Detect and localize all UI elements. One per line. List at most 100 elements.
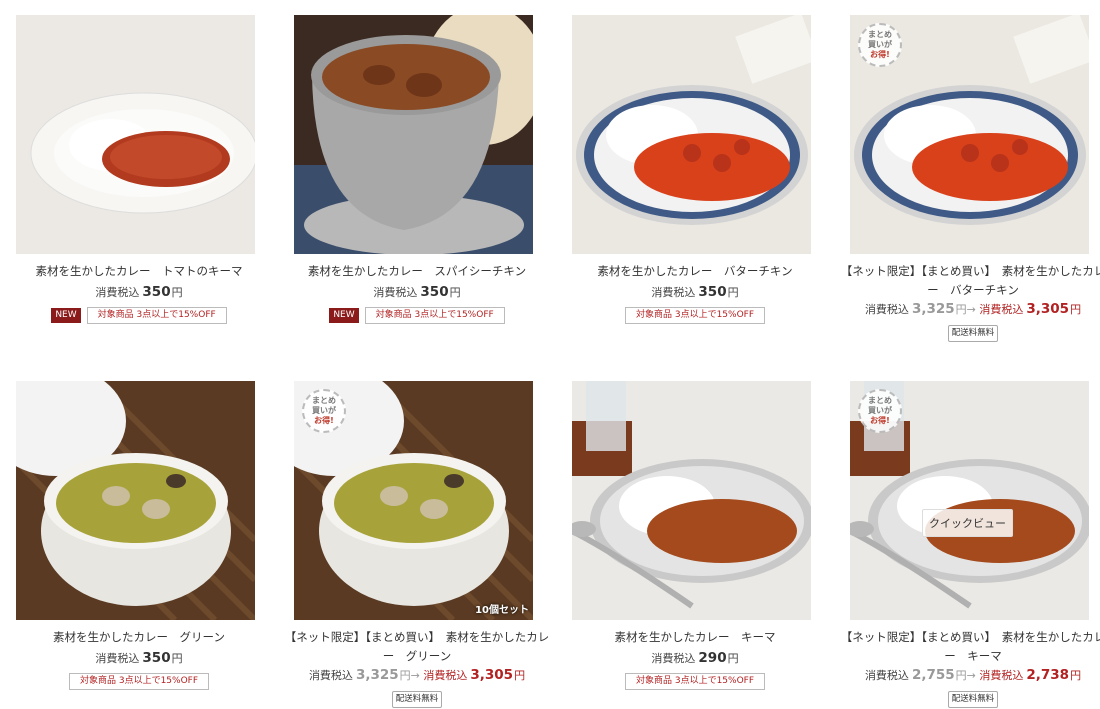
price-currency: 円	[1070, 669, 1082, 682]
set-count-label: 10個セット	[475, 605, 529, 616]
price-currency: 円	[171, 652, 183, 665]
sale-price: 消費税込 3,305円	[423, 667, 526, 683]
price: 消費税込 350円	[0, 650, 278, 666]
butter-chicken-curry-image	[572, 15, 811, 254]
old-price: 消費税込 2,755円→	[864, 667, 976, 683]
price-tax-label: 消費税込	[373, 286, 418, 299]
spicy-chicken-curry-image	[294, 15, 533, 254]
old-price-currency: 円→	[399, 669, 420, 682]
badges: NEW 対象商品 3点以上で15%OFF	[278, 307, 556, 324]
product-image-link[interactable]	[16, 381, 255, 620]
old-price: 消費税込 3,325円→	[864, 301, 976, 317]
price-value: 350	[142, 650, 171, 666]
product-image-link[interactable]: まとめ 買いが お得! クイックビュー	[850, 381, 1089, 620]
price-tax-label: 消費税込	[95, 652, 140, 665]
price-tax-label: 消費税込	[979, 303, 1024, 316]
discount-badge[interactable]: 対象商品 3点以上で15%OFF	[624, 307, 766, 324]
badges: NEW 対象商品 3点以上で15%OFF	[0, 307, 278, 324]
discount-badge[interactable]: 対象商品 3点以上で15%OFF	[624, 673, 766, 690]
price-value: 290	[698, 650, 727, 666]
price-tax-label: 消費税込	[651, 652, 696, 665]
stamp-line: お得!	[870, 50, 890, 59]
old-price-currency: 円→	[955, 669, 976, 682]
price: 消費税込 350円	[556, 284, 834, 300]
discount-badge[interactable]: 対象商品 3点以上で15%OFF	[68, 673, 210, 690]
price: 消費税込 350円	[0, 284, 278, 300]
quick-view-button[interactable]: クイックビュー	[922, 509, 1013, 537]
product-name[interactable]: 【ネット限定】【まとめ買い】 素材を生かしたカレー キーマ	[834, 628, 1100, 666]
product-name[interactable]: 素材を生かしたカレー バターチキン	[556, 262, 834, 281]
price: 消費税込 3,325円→ 消費税込 3,305円	[834, 301, 1100, 317]
stamp-line: まとめ	[312, 396, 336, 405]
price: 消費税込 3,325円→ 消費税込 3,305円	[278, 667, 556, 683]
price-tax-label: 消費税込	[423, 669, 468, 682]
product-grid: 素材を生かしたカレー トマトのキーマ 消費税込 350円 NEW 対象商品 3点以上…	[0, 0, 1100, 709]
price-currency: 円	[171, 286, 183, 299]
price-tax-label: 消費税込	[979, 669, 1024, 682]
keema-tomato-curry-image	[16, 15, 255, 254]
product-name[interactable]: 素材を生かしたカレー グリーン	[0, 628, 278, 647]
bulk-deal-stamp: まとめ 買いが お得!	[302, 389, 346, 433]
green-curry-image	[16, 381, 255, 620]
stamp-line: お得!	[870, 416, 890, 425]
price: 消費税込 350円	[278, 284, 556, 300]
price-value: 3,305	[1026, 301, 1070, 317]
price-currency: 円	[514, 669, 526, 682]
sale-price: 消費税込 3,305円	[979, 301, 1082, 317]
badges: 対象商品 3点以上で15%OFF	[556, 307, 834, 324]
price-currency: 円	[727, 286, 739, 299]
price-currency: 円	[727, 652, 739, 665]
old-price-tax-label: 消費税込	[864, 669, 909, 682]
badges: 配送料無料	[834, 325, 1100, 342]
old-price-value: 3,325	[355, 667, 399, 683]
product-image-link[interactable]	[16, 15, 255, 254]
price-value: 2,738	[1026, 667, 1070, 683]
price-tax-label: 消費税込	[651, 286, 696, 299]
product-name[interactable]: 【ネット限定】【まとめ買い】 素材を生かしたカレー グリーン	[278, 628, 556, 666]
badges: 配送料無料	[834, 691, 1100, 708]
product-name[interactable]: 素材を生かしたカレー キーマ	[556, 628, 834, 647]
new-badge: NEW	[51, 308, 81, 323]
badges: 対象商品 3点以上で15%OFF	[556, 673, 834, 690]
price-currency: 円	[449, 286, 461, 299]
price-value: 350	[698, 284, 727, 300]
old-price-tax-label: 消費税込	[864, 303, 909, 316]
free-shipping-badge: 配送料無料	[947, 325, 999, 342]
stamp-line: まとめ	[868, 30, 892, 39]
discount-badge[interactable]: 対象商品 3点以上で15%OFF	[364, 307, 505, 324]
stamp-line: 買いが	[312, 406, 336, 415]
product-image-link[interactable]	[572, 15, 811, 254]
new-badge: NEW	[329, 308, 359, 323]
old-price-value: 3,325	[911, 301, 955, 317]
old-price-tax-label: 消費税込	[308, 669, 353, 682]
old-price-value: 2,755	[911, 667, 955, 683]
bulk-deal-stamp: まとめ 買いが お得!	[858, 389, 902, 433]
keema-curry-image	[572, 381, 811, 620]
price-value: 350	[142, 284, 171, 300]
old-price: 消費税込 3,325円→	[308, 667, 420, 683]
product-image-link[interactable]	[572, 381, 811, 620]
bulk-deal-stamp: まとめ 買いが お得!	[858, 23, 902, 67]
stamp-line: 買いが	[868, 40, 892, 49]
sale-price: 消費税込 2,738円	[979, 667, 1082, 683]
free-shipping-badge: 配送料無料	[947, 691, 999, 708]
stamp-line: お得!	[314, 416, 334, 425]
price: 消費税込 290円	[556, 650, 834, 666]
product-image-link[interactable]	[294, 15, 533, 254]
discount-badge[interactable]: 対象商品 3点以上で15%OFF	[86, 307, 227, 324]
product-name[interactable]: 素材を生かしたカレー トマトのキーマ	[0, 262, 278, 281]
old-price-currency: 円→	[955, 303, 976, 316]
price-tax-label: 消費税込	[95, 286, 140, 299]
badges: 対象商品 3点以上で15%OFF	[0, 673, 278, 690]
price-currency: 円	[1070, 303, 1082, 316]
product-name[interactable]: 素材を生かしたカレー スパイシーチキン	[278, 262, 556, 281]
price-value: 3,305	[470, 667, 514, 683]
stamp-line: 買いが	[868, 406, 892, 415]
product-image-link[interactable]: まとめ 買いが お得! 10個セット	[294, 381, 533, 620]
stamp-line: まとめ	[868, 396, 892, 405]
badges: 配送料無料	[278, 691, 556, 708]
price-value: 350	[420, 284, 449, 300]
price: 消費税込 2,755円→ 消費税込 2,738円	[834, 667, 1100, 683]
product-image-link[interactable]: まとめ 買いが お得!	[850, 15, 1089, 254]
product-name[interactable]: 【ネット限定】【まとめ買い】 素材を生かしたカレー バターチキン	[834, 262, 1100, 300]
